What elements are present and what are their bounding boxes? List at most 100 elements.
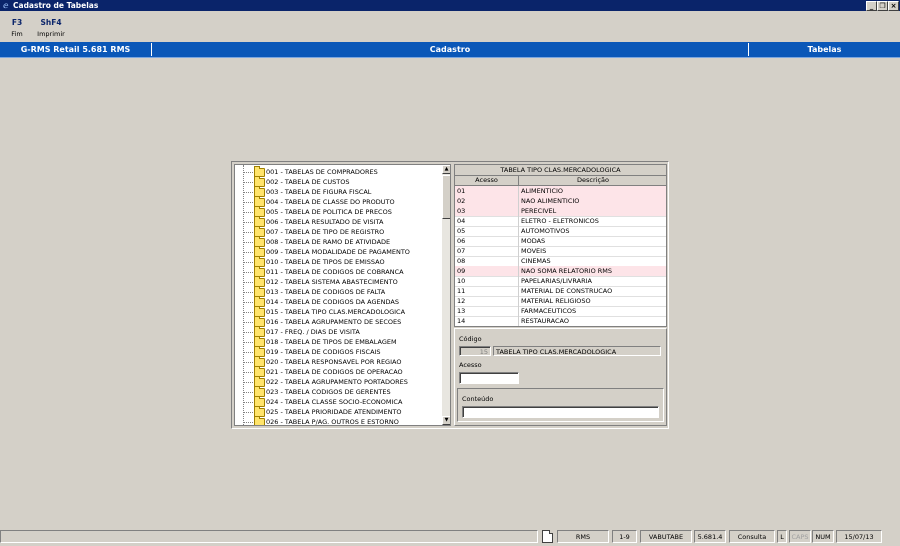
tables-tree[interactable]: 001 - TABELAS DE COMPRADORES 002 - TABELA… — [234, 164, 451, 426]
tree-item-label: 011 - TABELA DE CODIGOS DE COBRANCA — [266, 268, 404, 276]
cell-descricao: CINEMAS — [518, 256, 551, 266]
tree-item-label: 015 - TABELA TIPO CLAS.MERCADOLOGICA — [266, 308, 406, 316]
fkey-fim[interactable]: F3 Fim — [9, 18, 25, 38]
tree-connector — [243, 242, 253, 243]
folder-icon — [254, 416, 265, 425]
scroll-up-icon[interactable]: ▲ — [442, 165, 450, 174]
column-header-acesso[interactable]: Acesso — [455, 176, 518, 186]
tree-connector — [243, 302, 253, 303]
cell-descricao: ELETRO - ELETRONICOS — [518, 216, 599, 226]
window-titlebar: ⅇ Cadastro de Tabelas _ ❐ × — [0, 0, 900, 11]
fkey-key: F3 — [11, 18, 23, 27]
table-row[interactable]: 14 RESTAURACAO — [455, 316, 666, 326]
tree-connector — [243, 252, 253, 253]
tree-item-label: 021 - TABELA DE CODIGOS DE OPERACAO — [266, 368, 403, 376]
scroll-thumb[interactable] — [442, 175, 450, 219]
cell-acesso: 14 — [457, 317, 466, 325]
header-right: Tabelas — [807, 45, 842, 54]
tree-item[interactable]: 006 - TABELA RESULTADO DE VISITA — [235, 216, 440, 227]
tree-item[interactable]: 004 - TABELA DE CLASSE DO PRODUTO — [235, 196, 440, 207]
tree-item[interactable]: 021 - TABELA DE CODIGOS DE OPERACAO — [235, 366, 440, 377]
cell-descricao: MODAS — [518, 236, 545, 246]
conteudo-input[interactable] — [462, 406, 659, 418]
tree-connector — [243, 322, 253, 323]
cell-descricao: AUTOMOTIVOS — [518, 226, 569, 236]
cell-acesso: 12 — [457, 297, 466, 305]
cell-acesso: 05 — [457, 227, 466, 235]
status-l: L — [777, 530, 787, 543]
tree-item-label: 026 - TABELA P/AG. OUTROS E ESTORNO — [266, 418, 399, 426]
cell-acesso: 13 — [457, 307, 466, 315]
codigo-label: Código — [459, 335, 482, 343]
tree-item[interactable]: 002 - TABELA DE CUSTOS — [235, 176, 440, 187]
tree-item-label: 003 - TABELA DE FIGURA FISCAL — [266, 188, 372, 196]
tabela-grid[interactable]: TABELA TIPO CLAS.MERCADOLOGICA Acesso De… — [454, 164, 667, 327]
tree-item[interactable]: 011 - TABELA DE CODIGOS DE COBRANCA — [235, 266, 440, 277]
tree-item[interactable]: 007 - TABELA DE TIPO DE REGISTRO — [235, 226, 440, 237]
tree-item[interactable]: 013 - TABELA DE CODIGOS DE FALTA — [235, 286, 440, 297]
tree-item[interactable]: 025 - TABELA PRIORIDADE ATENDIMENTO — [235, 406, 440, 417]
acesso-label: Acesso — [459, 361, 482, 369]
tree-item-label: 008 - TABELA DE RAMO DE ATIVIDADE — [266, 238, 391, 246]
tree-item[interactable]: 016 - TABELA AGRUPAMENTO DE SECOES — [235, 316, 440, 327]
tree-item[interactable]: 001 - TABELAS DE COMPRADORES — [235, 166, 440, 177]
tree-item[interactable]: 003 - TABELA DE FIGURA FISCAL — [235, 186, 440, 197]
tree-item[interactable]: 014 - TABELA DE CODIGOS DA AGENDAS — [235, 296, 440, 307]
cell-descricao: MATERIAL DE CONSTRUCAO — [518, 286, 612, 296]
tree-connector — [243, 192, 253, 193]
tree-connector — [243, 422, 253, 423]
tree-connector — [243, 412, 253, 413]
header-app: G-RMS Retail 5.681 RMS — [20, 45, 131, 54]
tree-connector — [243, 202, 253, 203]
header-bar: G-RMS Retail 5.681 RMS Cadastro Tabelas — [0, 42, 900, 58]
tree-item-label: 023 - TABELA CODIGOS DE GERENTES — [266, 388, 391, 396]
tree-connector — [243, 382, 253, 383]
tree-connector — [243, 342, 253, 343]
tree-item-label: 024 - TABELA CLASSE SOCIO-ECONOMICA — [266, 398, 403, 406]
close-button[interactable]: × — [888, 1, 899, 11]
tree-item-label: 006 - TABELA RESULTADO DE VISITA — [266, 218, 384, 226]
tree-item-label: 009 - TABELA MODALIDADE DE PAGAMENTO — [266, 248, 410, 256]
tree-item-label: 002 - TABELA DE CUSTOS — [266, 178, 350, 186]
status-message — [0, 530, 538, 543]
tree-item[interactable]: 020 - TABELA RESPONSAVEL POR REGIAO — [235, 356, 440, 367]
acesso-input[interactable] — [459, 372, 519, 384]
tree-item[interactable]: 023 - TABELA CODIGOS DE GERENTES — [235, 386, 440, 397]
tree-item[interactable]: 019 - TABELA DE CODIGOS FISCAIS — [235, 346, 440, 357]
tree-item-label: 007 - TABELA DE TIPO DE REGISTRO — [266, 228, 385, 236]
column-header-descricao[interactable]: Descrição — [518, 176, 666, 186]
grid-title: TABELA TIPO CLAS.MERCADOLOGICA — [455, 165, 666, 176]
status-version: 5.681.4 — [694, 530, 726, 543]
tree-item-label: 005 - TABELA DE POLITICA DE PRECOS — [266, 208, 392, 216]
restore-button[interactable]: ❐ — [877, 1, 888, 11]
cell-acesso: 10 — [457, 277, 466, 285]
cell-descricao: PAPELARIAS/LIVRARIA — [518, 276, 592, 286]
tree-item[interactable]: 024 - TABELA CLASSE SOCIO-ECONOMICA — [235, 396, 440, 407]
status-range: 1-9 — [612, 530, 637, 543]
tree-item[interactable]: 008 - TABELA DE RAMO DE ATIVIDADE — [235, 236, 440, 247]
tree-item[interactable]: 005 - TABELA DE POLITICA DE PRECOS — [235, 206, 440, 217]
scroll-down-icon[interactable]: ▼ — [442, 416, 450, 425]
fkey-label: Imprimir — [37, 30, 65, 38]
cell-acesso: 09 — [457, 267, 466, 275]
tree-item[interactable]: 022 - TABELA AGRUPAMENTO PORTADORES — [235, 376, 440, 387]
codigo-field[interactable]: 15 — [459, 346, 491, 356]
minimize-button[interactable]: _ — [866, 1, 877, 11]
cell-acesso: 02 — [457, 197, 466, 205]
tree-item[interactable]: 017 - FREQ. / DIAS DE VISITA — [235, 326, 440, 337]
tree-item[interactable]: 015 - TABELA TIPO CLAS.MERCADOLOGICA — [235, 306, 440, 317]
conteudo-group: Conteúdo — [457, 388, 664, 422]
tree-item[interactable]: 012 - TABELA SISTEMA ABASTECIMENTO — [235, 276, 440, 287]
tables-panel: 001 - TABELAS DE COMPRADORES 002 - TABELA… — [231, 161, 669, 429]
tree-item-label: 012 - TABELA SISTEMA ABASTECIMENTO — [266, 278, 398, 286]
tree-scrollbar[interactable]: ▲ ▼ — [442, 165, 450, 425]
tree-item[interactable]: 010 - TABELA DE TIPOS DE EMISSAO — [235, 256, 440, 267]
fkey-imprimir[interactable]: ShF4 Imprimir — [37, 18, 65, 38]
tree-item[interactable]: 018 - TABELA DE TIPOS DE EMBALAGEM — [235, 336, 440, 347]
tree-item[interactable]: 026 - TABELA P/AG. OUTROS E ESTORNO — [235, 416, 440, 426]
cell-descricao: NAO ALIMENTICIO — [518, 196, 579, 206]
status-caps: CAPS — [789, 530, 811, 543]
tree-connector — [243, 352, 253, 353]
header-center: Cadastro — [429, 45, 471, 54]
tree-item[interactable]: 009 - TABELA MODALIDADE DE PAGAMENTO — [235, 246, 440, 257]
